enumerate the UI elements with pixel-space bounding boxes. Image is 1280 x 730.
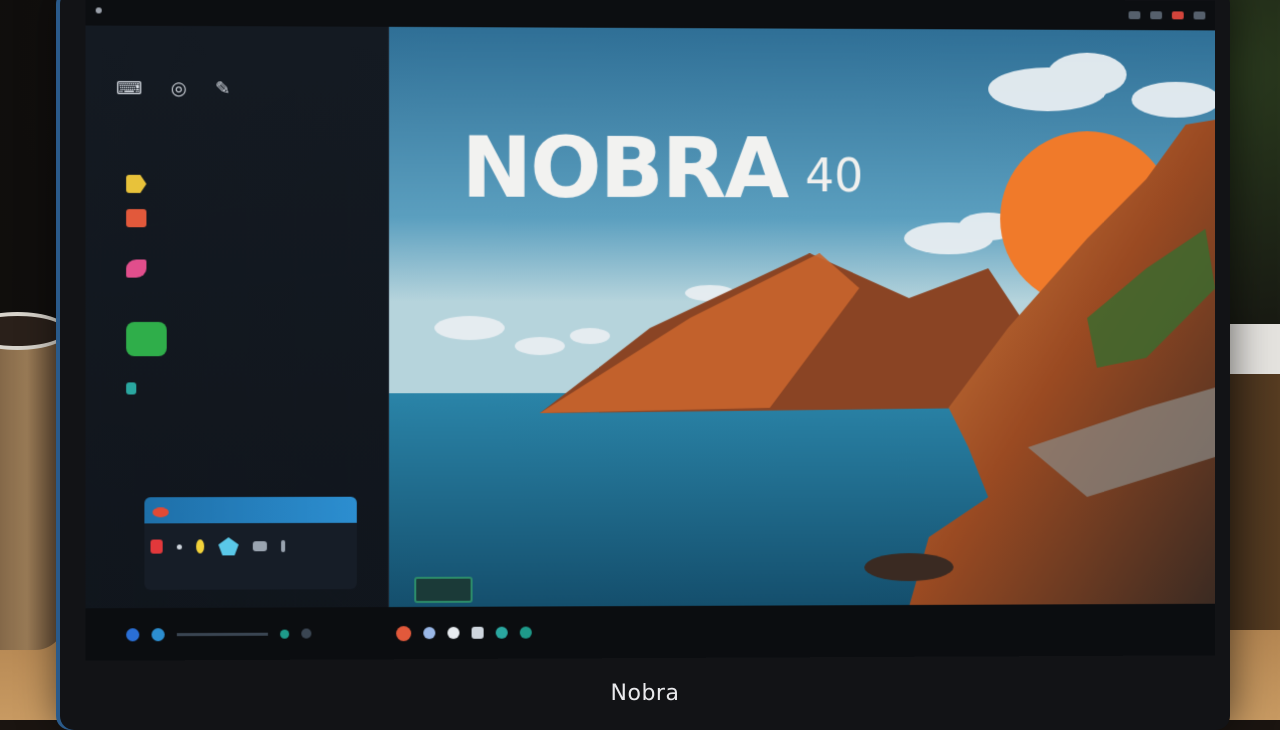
app-gray-icon[interactable] bbox=[301, 628, 311, 638]
app-teal-icon bbox=[126, 382, 136, 394]
notification-icon[interactable] bbox=[1172, 11, 1184, 19]
sidebar-item-3[interactable] bbox=[126, 259, 146, 277]
laptop: ⌨ ◎ ✎ bbox=[60, 0, 1230, 730]
app-teal-dot-icon[interactable] bbox=[280, 629, 289, 638]
wallpaper-title-group: NOBRA 40 bbox=[462, 125, 864, 210]
mic-icon[interactable] bbox=[281, 540, 285, 552]
terminal-icon[interactable]: ⌨ bbox=[116, 78, 142, 99]
app-silver-icon[interactable] bbox=[472, 627, 484, 639]
power-icon[interactable] bbox=[1194, 11, 1206, 19]
coffee-cup-left bbox=[0, 320, 65, 650]
wallpaper-title: NOBRA bbox=[462, 125, 788, 210]
record-icon[interactable] bbox=[150, 540, 162, 554]
top-bar-status bbox=[1129, 11, 1206, 19]
bulb-icon[interactable] bbox=[196, 539, 204, 553]
app-teal2-icon[interactable] bbox=[496, 627, 508, 639]
wallpaper-landscape bbox=[389, 27, 1215, 609]
display-icon[interactable] bbox=[218, 537, 238, 555]
network-icon[interactable] bbox=[1129, 11, 1141, 19]
app-lightblue-icon[interactable] bbox=[423, 627, 435, 639]
launcher-icon[interactable] bbox=[126, 628, 139, 641]
browser-icon[interactable] bbox=[152, 628, 165, 641]
folder-icon bbox=[126, 175, 146, 193]
volume-icon[interactable] bbox=[1150, 11, 1162, 19]
app-red-icon bbox=[126, 209, 146, 227]
dot-icon[interactable] bbox=[177, 544, 182, 549]
notification-panel[interactable] bbox=[144, 497, 356, 590]
chat-icon bbox=[126, 322, 167, 356]
sidebar-header: ⌨ ◎ ✎ bbox=[116, 78, 230, 100]
notification-banner[interactable] bbox=[144, 497, 356, 524]
sidebar-item-5[interactable] bbox=[126, 382, 136, 394]
sidebar-item-4[interactable] bbox=[126, 322, 167, 356]
camera-icon[interactable] bbox=[253, 541, 267, 551]
laptop-screen: ⌨ ◎ ✎ bbox=[86, 0, 1216, 661]
quick-settings-row bbox=[144, 523, 356, 570]
wallpaper-version: 40 bbox=[805, 148, 863, 210]
tools-icon[interactable]: ✎ bbox=[215, 78, 230, 99]
settings-icon[interactable]: ◎ bbox=[171, 78, 187, 99]
app-teal3-icon[interactable] bbox=[520, 627, 532, 639]
window-thumbnail[interactable] bbox=[414, 577, 472, 603]
sidebar-item-2[interactable] bbox=[126, 209, 146, 227]
laptop-brand-logo: Nobra bbox=[60, 681, 1230, 706]
sidebar-panel: ⌨ ◎ ✎ bbox=[86, 26, 390, 661]
desktop-wallpaper: NOBRA 40 bbox=[389, 27, 1215, 609]
app-orange-icon[interactable] bbox=[396, 626, 411, 641]
taskbar bbox=[86, 604, 1216, 661]
app-white-icon[interactable] bbox=[447, 627, 459, 639]
sidebar-item-1[interactable] bbox=[126, 175, 146, 193]
task-label-bar bbox=[177, 632, 268, 635]
app-pink-icon bbox=[126, 259, 146, 277]
activities-icon[interactable] bbox=[96, 7, 102, 13]
